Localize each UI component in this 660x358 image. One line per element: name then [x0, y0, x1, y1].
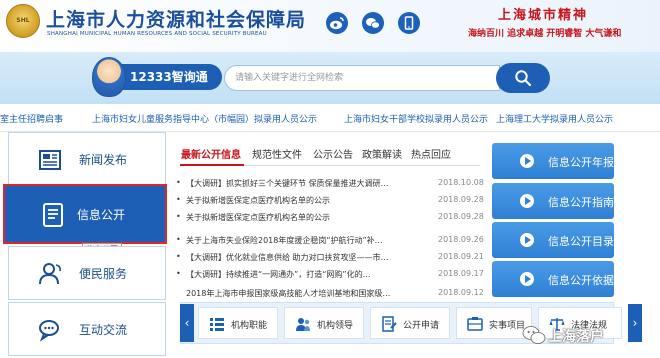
tab-policy-interpretation[interactable]: 政策解读 — [362, 146, 402, 161]
quick-link-label: 机构职能 — [231, 321, 268, 331]
ticker-item[interactable]: 上海理工大学拟录用人员公示 — [496, 112, 613, 125]
document-icon — [43, 203, 63, 227]
quick-link-leaders[interactable]: 机构领导 — [284, 307, 364, 339]
news-title[interactable]: 关于上海市失业保险2018年度援企稳岗“护航行动”补… — [186, 235, 418, 246]
news-date: 2018.09.17 — [438, 269, 484, 278]
bureau-name[interactable]: 上海市人力资源和社会保障局 — [46, 5, 306, 32]
info-basis-button[interactable]: 信息公开依据 — [492, 261, 614, 297]
bullet: • — [176, 195, 181, 204]
apply-icon — [382, 316, 397, 332]
info-annual-report-button[interactable]: 信息公开年报 — [492, 143, 614, 179]
search-button[interactable] — [496, 63, 550, 93]
button-label: 信息公开目录 — [548, 235, 614, 248]
play-icon — [520, 194, 534, 208]
news-title[interactable]: 【大调研】抓实抓好三个关键环节 保质保量推进大调研… — [186, 178, 418, 189]
news-title[interactable]: 关于拟新增医保定点医疗机构名单的公示 — [186, 195, 418, 206]
nav-item-services[interactable]: 便民服务 — [8, 246, 166, 300]
logo-text: SHL — [16, 17, 30, 24]
wechat-icon[interactable] — [362, 12, 384, 34]
city-spirit-words: 海纳百川 追求卓越 开明睿智 大气谦和 — [468, 29, 622, 39]
news-row[interactable]: • 【大调研】持续推进“一网通办”，打造“网购”化的… 2018.09.17 — [176, 269, 486, 283]
bullet: • — [176, 212, 181, 221]
wechat-watermark: 上海落户 — [520, 318, 656, 354]
bullet: • — [176, 252, 181, 261]
news-row[interactable]: • 关于拟新增医保定点医疗机构名单的公示 2018.09.28 — [176, 195, 486, 209]
button-label: 信息公开指南 — [548, 196, 614, 209]
nav-item-info-disclosure[interactable]: 信息公开 — [3, 184, 167, 244]
tab-hot-responses[interactable]: 热点回应 — [411, 146, 451, 161]
play-icon — [520, 272, 534, 286]
news-row[interactable]: • 关于拟新增医保定点医疗机构名单的公示 2018.09.28 — [176, 212, 486, 226]
bureau-name-english: SHANGHAI MUNICIPAL HUMAN RESOURCES AND S… — [47, 31, 267, 37]
prev-arrow-button[interactable]: ‹ — [180, 304, 194, 342]
play-icon — [520, 233, 534, 247]
news-date: 2018.09.28 — [438, 212, 484, 221]
bullet: • — [176, 269, 181, 278]
nav-label: 信息公开 — [77, 208, 126, 222]
mascot-icon[interactable] — [92, 57, 126, 97]
active-tab-indicator — [180, 164, 244, 166]
bullet: • — [176, 178, 181, 187]
quick-link-functions[interactable]: 机构职能 — [198, 307, 278, 339]
zhixuntong-button[interactable]: 12333智询通 — [120, 64, 222, 90]
news-row[interactable]: 2018年上海市申报国家级高技能人才培训基地和国家级… 2018.09.12 — [176, 288, 486, 302]
news-title[interactable]: 【大调研】持续推进“一网通办”，打造“网购”化的… — [186, 269, 418, 280]
info-catalog-button[interactable]: 信息公开目录 — [492, 222, 614, 258]
people-icon — [39, 263, 61, 285]
chat-icon — [39, 320, 59, 342]
news-date: 2018.10.08 — [438, 178, 484, 187]
search-input[interactable] — [224, 65, 500, 91]
weibo-icon[interactable] — [326, 12, 348, 34]
newspaper-icon — [39, 150, 61, 170]
button-label: 信息公开年报 — [548, 156, 614, 169]
announcement-ticker: 室主任招聘启事 上海市妇女儿童服务指导中心（市幅园）拟录用人员公示 上海市妇女干… — [0, 104, 660, 132]
news-title[interactable]: 2018年上海市申报国家级高技能人才培训基地和国家级… — [186, 288, 418, 299]
ticker-item[interactable]: 上海市妇女干部学校拟录用人员公示 — [344, 112, 488, 125]
quick-link-label: 公开申请 — [403, 321, 440, 331]
news-row[interactable]: • 【大调研】抓实抓好三个关键环节 保质保量推进大调研… 2018.10.08 — [176, 178, 486, 192]
tab-normative-docs[interactable]: 规范性文件 — [252, 146, 302, 161]
info-guide-button[interactable]: 信息公开指南 — [492, 183, 614, 219]
news-date: 2018.09.12 — [438, 288, 484, 297]
tab-latest[interactable]: 最新公开信息 — [181, 146, 241, 161]
news-title[interactable]: 关于拟新增医保定点医疗机构名单的公示 — [186, 212, 418, 223]
news-row[interactable]: • 【大调研】优化就业信息供给 助力对口扶贫攻坚——市… 2018.09.21 — [176, 252, 486, 266]
play-icon — [520, 154, 534, 168]
ticker-item[interactable]: 室主任招聘启事 — [0, 112, 63, 125]
city-spirit-title: 上海城市精神 — [498, 8, 589, 23]
news-row[interactable]: • 关于上海市失业保险2018年度援企稳岗“护航行动”补… 2018.09.26 — [176, 235, 486, 249]
news-date: 2018.09.21 — [438, 252, 484, 261]
quick-link-label: 机构领导 — [317, 321, 354, 331]
quick-link-apply[interactable]: 公开申请 — [370, 307, 450, 339]
wechat-icon — [522, 326, 546, 344]
bureau-logo[interactable]: SHL — [6, 4, 40, 38]
search-icon — [515, 70, 532, 87]
nav-label: 互动交流 — [79, 323, 128, 337]
bullet: • — [176, 235, 181, 244]
news-title[interactable]: 【大调研】优化就业信息供给 助力对口扶贫攻坚——市… — [186, 252, 418, 263]
site-header: SHL 上海市人力资源和社会保障局 SHANGHAI MUNICIPAL HUM… — [0, 0, 660, 52]
leader-icon — [296, 318, 310, 331]
list-icon — [210, 318, 224, 331]
nav-label: 新闻发布 — [79, 153, 128, 167]
news-date: 2018.09.28 — [438, 195, 484, 204]
ticker-item[interactable]: 上海市妇女儿童服务指导中心（市幅园）拟录用人员公示 — [92, 112, 317, 125]
nav-label: 便民服务 — [79, 267, 128, 281]
news-date: 2018.09.26 — [438, 235, 484, 244]
watermark-text: 上海落户 — [548, 329, 604, 345]
button-label: 信息公开依据 — [548, 274, 614, 287]
nav-item-interaction[interactable]: 互动交流 — [8, 302, 166, 356]
mobile-icon[interactable] — [398, 12, 420, 34]
nav-item-news[interactable]: 新闻发布 — [8, 132, 166, 186]
project-icon — [467, 317, 483, 331]
tab-announcements[interactable]: 公示公告 — [313, 146, 353, 161]
